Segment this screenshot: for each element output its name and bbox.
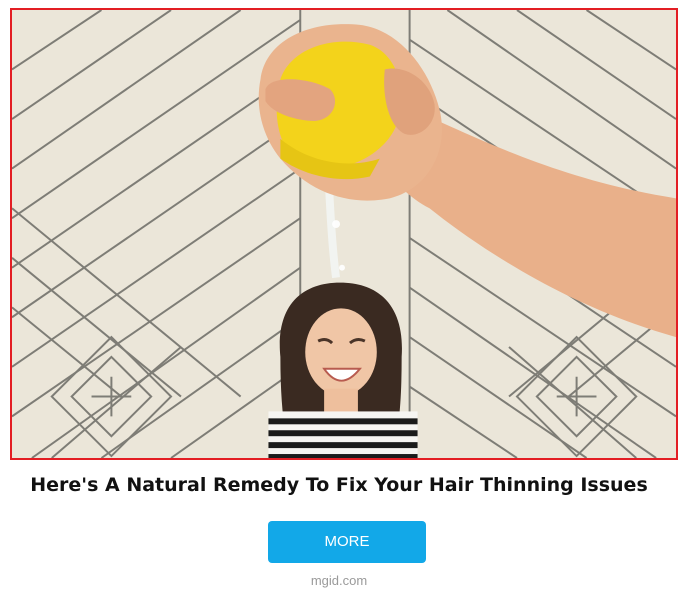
ad-photo-image <box>12 10 676 458</box>
ad-headline[interactable]: Here's A Natural Remedy To Fix Your Hair… <box>0 474 678 496</box>
ad-source-label[interactable]: mgid.com <box>0 573 678 588</box>
more-button[interactable]: MORE <box>268 521 426 563</box>
ad-card[interactable]: Here's A Natural Remedy To Fix Your Hair… <box>0 0 678 603</box>
ad-image-link[interactable] <box>10 8 678 460</box>
